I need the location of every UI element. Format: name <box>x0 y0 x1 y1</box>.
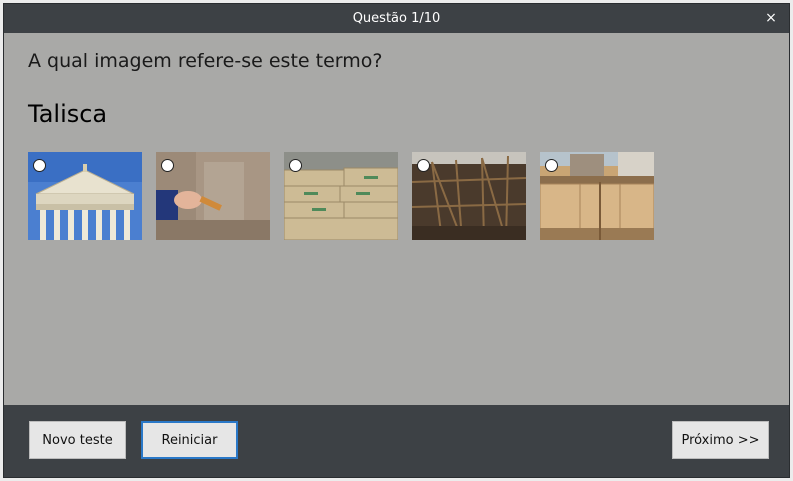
next-button[interactable]: Próximo >> <box>672 421 769 459</box>
radio-button[interactable] <box>161 159 174 172</box>
radio-button[interactable] <box>545 159 558 172</box>
dialog-title: Questão 1/10 <box>352 11 441 26</box>
restart-button[interactable]: Reiniciar <box>141 421 238 459</box>
option-cement-bags[interactable] <box>284 152 398 240</box>
option-hand-wall-sample[interactable] <box>156 152 270 240</box>
image-options <box>28 152 654 240</box>
option-greek-temple[interactable] <box>28 152 142 240</box>
option-excavation-shoring[interactable] <box>540 152 654 240</box>
option-steel-scaffold[interactable] <box>412 152 526 240</box>
dialog-titlebar: Questão 1/10 × <box>4 4 789 33</box>
radio-button[interactable] <box>289 159 302 172</box>
quiz-dialog: Questão 1/10 × A qual imagem refere-se e… <box>3 3 790 478</box>
question-term: Talisca <box>28 100 108 128</box>
question-prompt: A qual imagem refere-se este termo? <box>28 50 383 72</box>
new-test-button[interactable]: Novo teste <box>29 421 126 459</box>
radio-button[interactable] <box>417 159 430 172</box>
dialog-footer: Novo teste Reiniciar Próximo >> <box>4 405 789 477</box>
radio-button[interactable] <box>33 159 46 172</box>
close-icon[interactable]: × <box>763 10 779 26</box>
